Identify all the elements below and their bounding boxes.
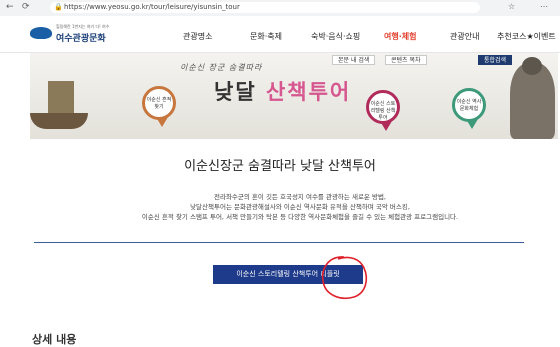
logo-icon xyxy=(30,27,52,39)
browser-toolbar: ← ⟳ 🔒 https://www.yeosu.go.kr/tour/leisu… xyxy=(0,0,560,17)
lock-icon: 🔒 xyxy=(54,3,63,11)
banner-subtitle: 이순신 장군 숨결따라 xyxy=(180,63,263,72)
site-header: 힐링해란 1번지는 여기 다! 여수 여수관광문화 관광명소 문화·축제 숙박·… xyxy=(0,16,560,53)
detail-section-heading: 상세 내용 xyxy=(32,333,77,346)
pin-label: 이순신 역사문화체험 xyxy=(456,99,482,112)
integrated-search-button[interactable]: 통합검색 xyxy=(478,55,513,65)
url-text: https://www.yeosu.go.kr/tour/leisure/yis… xyxy=(64,3,240,11)
nav-item-courses-events[interactable]: 추천코스★이벤트 xyxy=(497,31,556,42)
section-divider xyxy=(34,242,524,243)
nav-item-info[interactable]: 관광안내 xyxy=(450,31,479,42)
banner-title-part1: 낮달 xyxy=(214,80,266,104)
intro-line: 전라좌수군의 혼이 깃든 호국성지 여수를 관광하는 새로운 방법, xyxy=(213,193,386,201)
page-title: 이순신장군 숨결따라 낮달 산책투어 xyxy=(184,159,376,174)
pin-stamp-tour[interactable]: 이순신 흔적찾기 xyxy=(142,86,176,127)
site-logo[interactable]: 힐링해란 1번지는 여기 다! 여수 여수관광문화 xyxy=(30,22,110,46)
banner-title-part2: 산책투어 xyxy=(265,80,352,104)
statue-head xyxy=(522,57,542,75)
nav-item-attractions[interactable]: 관광명소 xyxy=(183,31,212,42)
ship-sail xyxy=(48,81,74,113)
in-page-search-button[interactable]: 본문 내 검색 xyxy=(332,55,376,65)
intro-line: 낮달산책투어는 문화관광해설사와 이순신 역사문화 유적을 산책하며 국악 버스… xyxy=(190,203,410,211)
intro-text: 전라좌수군의 혼이 깃든 호국성지 여수를 관광하는 새로운 방법, 낮달산책투… xyxy=(100,192,500,222)
banner-title: 낮달 산책투어 xyxy=(214,76,351,106)
red-annotation-circle xyxy=(321,256,368,299)
nav-item-travel-experience[interactable]: 여행·체험 xyxy=(384,31,416,42)
back-icon[interactable]: ← xyxy=(6,2,14,12)
nav-item-culture[interactable]: 문화·축제 xyxy=(250,31,282,42)
intro-line: 이순신 흔적 찾기 스탬프 투어, 서책 만들기와 탁본 등 다양한 역사문화체… xyxy=(141,213,459,221)
content-index-button[interactable]: 콘텐츠 목차 xyxy=(385,55,427,65)
pin-label: 이순신 스토리텔링 산책투어 xyxy=(370,101,396,121)
address-bar[interactable]: 🔒 https://www.yeosu.go.kr/tour/leisure/y… xyxy=(50,2,480,13)
pin-storytelling-tour[interactable]: 이순신 스토리텔링 산책투어 xyxy=(366,90,400,131)
ship-hull xyxy=(30,113,88,129)
pin-history-experience[interactable]: 이순신 역사문화체험 xyxy=(452,88,486,129)
star-icon[interactable]: ☆ xyxy=(508,2,515,11)
turtle-ship-illustration xyxy=(30,81,88,133)
pin-label: 이순신 흔적찾기 xyxy=(146,97,172,110)
menu-icon[interactable]: ⋯ xyxy=(540,2,548,11)
logo-text: 여수관광문화 xyxy=(56,34,106,44)
nav-item-stay-food[interactable]: 숙박·음식·쇼핑 xyxy=(311,31,360,42)
logo-tagline: 힐링해란 1번지는 여기 다! 여수 xyxy=(56,24,110,29)
reload-icon[interactable]: ⟳ xyxy=(22,2,30,12)
